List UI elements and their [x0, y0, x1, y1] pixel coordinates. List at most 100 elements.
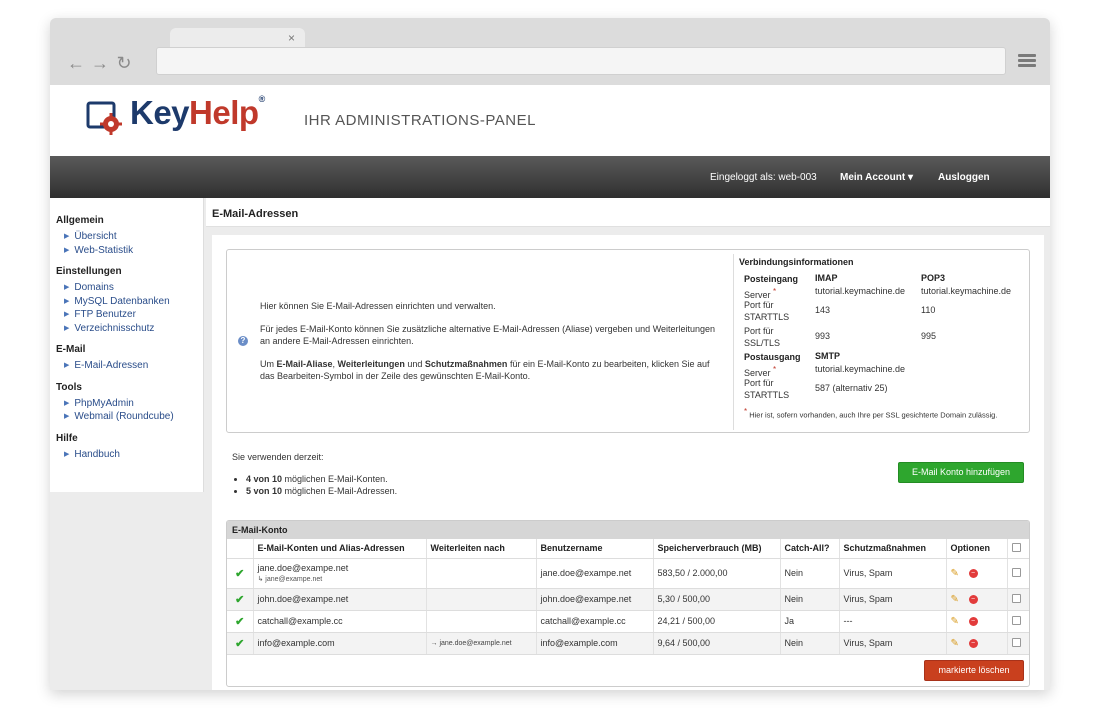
col-select-all [1007, 539, 1029, 559]
delete-icon[interactable]: − [968, 638, 978, 648]
logo-key: Key [130, 94, 190, 131]
connection-info-title: Verbindungsinformationen [739, 257, 854, 267]
catchall-cell: Nein [780, 588, 840, 611]
browser-nav: ← → ↻ [64, 53, 136, 74]
storage-cell: 9,64 / 500,00 [653, 632, 781, 655]
edit-pencil-icon[interactable]: ✎ [951, 568, 963, 579]
sidebar-item-overview[interactable]: Übersicht [50, 230, 203, 244]
storage-cell: 5,30 / 500,00 [653, 588, 781, 611]
logout-link[interactable]: Ausloggen [938, 172, 990, 183]
sidebar-section-title: Hilfe [56, 432, 78, 444]
row-checkbox[interactable] [1011, 615, 1021, 625]
select-all-checkbox[interactable] [1011, 542, 1021, 552]
info-text: Hier können Sie E-Mail-Adressen einricht… [260, 300, 722, 393]
sidebar-item-domains[interactable]: Domains [50, 281, 203, 295]
sidebar-section-email: E-Mail E-Mail-Adressen [50, 344, 203, 373]
info-paragraph: Für jedes E-Mail-Konto können Sie zusätz… [260, 324, 716, 346]
delete-selected-button[interactable]: markierte löschen [924, 660, 1024, 681]
divider [733, 254, 734, 430]
options-cell: ✎ − [946, 610, 1008, 633]
edit-pencil-icon[interactable]: ✎ [951, 616, 963, 627]
my-account-menu[interactable]: Mein Account ▾ [840, 172, 913, 183]
catchall-cell: Nein [780, 632, 840, 655]
browser-window: × ← → ↻ KeyHelp® IHR ADMINISTRATIONS-PANEL [50, 18, 1050, 690]
page: KeyHelp® IHR ADMINISTRATIONS-PANEL Einge… [50, 85, 1050, 690]
delete-icon[interactable]: − [968, 616, 978, 626]
email-address: jane.doe@exampe.net [257, 563, 349, 573]
edit-pencil-icon[interactable]: ✎ [951, 638, 963, 649]
sidebar-section-tools: Tools PhpMyAdmin Webmail (Roundcube) [50, 382, 203, 424]
sidebar-section-title: Tools [56, 381, 82, 393]
sidebar-item-email-addresses[interactable]: E-Mail-Adressen [50, 359, 203, 373]
address-bar[interactable] [156, 47, 1006, 75]
username-cell: info@example.com [536, 632, 654, 655]
forward-arrow-icon[interactable]: → [88, 53, 112, 74]
connection-info: Verbindungsinformationen Posteingang IMA… [739, 257, 1029, 420]
sidebar-section-general: Allgemein Übersicht Web-Statistik [50, 215, 203, 257]
add-email-account-button[interactable]: E-Mail Konto hinzufügen [898, 462, 1024, 483]
usage-intro: Sie verwenden derzeit: [232, 452, 324, 462]
delete-icon[interactable]: − [968, 568, 978, 578]
col-catchall[interactable]: Catch-All? [780, 539, 840, 559]
logged-in-label: Eingeloggt als: web-003 [710, 172, 817, 183]
logo-help: Help [189, 94, 259, 131]
top-navigation-bar: Eingeloggt als: web-003 Mein Account ▾ A… [50, 156, 1050, 198]
sidebar-item-mysql[interactable]: MySQL Datenbanken [50, 295, 203, 309]
logo: KeyHelp® [130, 94, 265, 132]
catchall-cell: Nein [780, 558, 840, 589]
sidebar-item-web-statistics[interactable]: Web-Statistik [50, 244, 203, 258]
table-row: ✔ john.doe@exampe.net john.doe@exampe.ne… [227, 588, 1029, 611]
email-address: john.doe@exampe.net [253, 588, 427, 611]
col-email[interactable]: E-Mail-Konten und Alias-Adressen [253, 539, 427, 559]
email-address: catchall@example.cc [253, 610, 427, 633]
protection-cell: Virus, Spam [839, 588, 947, 611]
row-checkbox[interactable] [1011, 637, 1021, 647]
sidebar-item-webmail[interactable]: Webmail (Roundcube) [50, 410, 203, 424]
tab-close-icon[interactable]: × [288, 31, 295, 45]
storage-cell: 24,21 / 500,00 [653, 610, 781, 633]
sidebar-item-manual[interactable]: Handbuch [50, 448, 203, 462]
email-accounts-table: E-Mail-Konto E-Mail-Konten und Alias-Adr… [226, 520, 1030, 687]
row-checkbox[interactable] [1011, 567, 1021, 577]
back-arrow-icon[interactable]: ← [64, 53, 88, 74]
usage-accounts: 4 von 10 möglichen E-Mail-Konten. [246, 473, 397, 485]
info-icon: ? [238, 336, 248, 346]
info-paragraph: Hier können Sie E-Mail-Adressen einricht… [260, 301, 496, 311]
hamburger-menu-icon[interactable] [1018, 54, 1036, 68]
reload-icon[interactable]: ↻ [112, 53, 136, 74]
protection-cell: --- [839, 610, 947, 633]
col-protection[interactable]: Schutzmaßnahmen [839, 539, 947, 559]
tagline: IHR ADMINISTRATIONS-PANEL [304, 112, 536, 129]
table-title: E-Mail-Konto [227, 521, 1029, 539]
conn-row-outgoing: Postausgang SMTP [744, 351, 841, 362]
col-options: Optionen [946, 539, 1008, 559]
row-checkbox[interactable] [1011, 593, 1021, 603]
col-username[interactable]: Benutzername [536, 539, 654, 559]
alias-address: ↳ jane@exampe.net [257, 576, 323, 583]
catchall-cell: Ja [780, 610, 840, 633]
protection-cell: Virus, Spam [839, 632, 947, 655]
sidebar-item-phpmyadmin[interactable]: PhpMyAdmin [50, 397, 203, 411]
conn-row-ssl: Port für SSL/TLS 993 995 [744, 326, 937, 348]
conn-row-incoming: Posteingang IMAP POP3 [744, 273, 946, 284]
options-cell: ✎ − [946, 588, 1008, 611]
sidebar-section-title: Einstellungen [56, 266, 122, 277]
check-icon: ✔ [227, 558, 254, 589]
delete-icon[interactable]: − [968, 594, 978, 604]
conn-row-smtp-server: Server * tutorial.keymachine.de [744, 364, 906, 378]
options-cell: ✎ − [946, 632, 1008, 655]
col-forward[interactable]: Weiterleiten nach [426, 539, 537, 559]
page-title: E-Mail-Adressen [206, 198, 1050, 227]
info-box: ? Hier können Sie E-Mail-Adressen einric… [226, 249, 1030, 433]
username-cell: jane.doe@exampe.net [536, 558, 654, 589]
sidebar-item-ftp[interactable]: FTP Benutzer [50, 308, 203, 322]
usage-summary: Sie verwenden derzeit: 4 von 10 mögliche… [232, 452, 397, 497]
sidebar-section-help: Hilfe Handbuch [50, 433, 203, 462]
col-status [227, 539, 254, 559]
forward-cell [426, 610, 537, 633]
sidebar-item-directory-protection[interactable]: Verzeichnisschutz [50, 322, 203, 336]
edit-pencil-icon[interactable]: ✎ [951, 594, 963, 605]
col-storage[interactable]: Speicherverbrauch (MB) [653, 539, 781, 559]
forward-cell [426, 558, 537, 589]
table-row: ✔ catchall@example.cc catchall@example.c… [227, 610, 1029, 633]
